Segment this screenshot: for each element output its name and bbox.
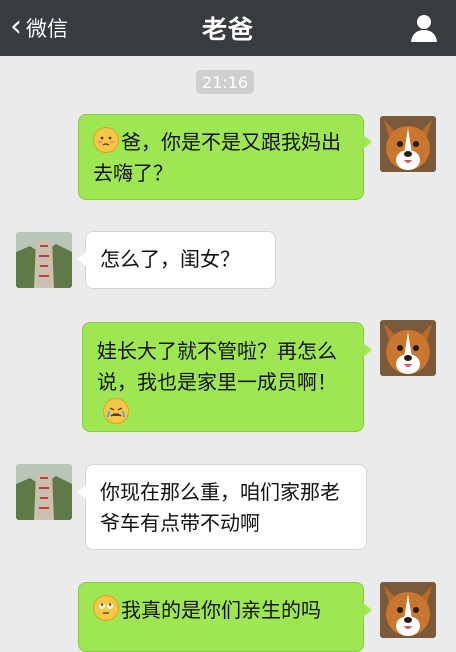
stone-monument-avatar-icon: [16, 232, 72, 288]
rolleyes-emoji-icon: [93, 595, 119, 621]
message-bubble-received[interactable]: 你现在那么重，咱们家那老爷车有点带不动啊: [77, 464, 367, 550]
crying-emoji-icon: [103, 398, 129, 424]
chat-header: ‹ 微信 老爸: [0, 0, 456, 56]
message-bubble-sent[interactable]: 爸，你是不是又跟我妈出去嗨了？: [78, 114, 372, 200]
stone-monument-avatar-icon: [16, 464, 72, 520]
corgi-avatar-icon: [380, 582, 436, 638]
message-bubble-received[interactable]: 怎么了，闺女？: [77, 231, 276, 289]
corgi-avatar-icon: [380, 116, 436, 172]
corgi-avatar-icon: [380, 320, 436, 376]
message-text: 爸，你是不是又跟我妈出去嗨了？: [93, 130, 341, 185]
message-bubble-sent[interactable]: 我真的是你们亲生的吗: [78, 582, 372, 652]
message-text: 怎么了，闺女？: [100, 247, 240, 271]
chat-title: 老爸: [201, 15, 254, 44]
message-text: 我真的是你们亲生的吗: [121, 598, 321, 622]
message-bubble-sent[interactable]: 娃长大了就不管啦？再怎么说，我也是家里一成员啊！: [82, 322, 372, 432]
message-text: 你现在那么重，咱们家那老爷车有点带不动啊: [100, 480, 340, 535]
message-timestamp: 21:16: [196, 70, 254, 94]
dad-avatar[interactable]: [16, 232, 72, 288]
person-icon: [411, 15, 437, 42]
contact-profile-button[interactable]: [408, 12, 440, 44]
my-avatar[interactable]: [380, 116, 436, 172]
message-text: 娃长大了就不管啦？再怎么说，我也是家里一成员啊！: [97, 339, 337, 394]
blush-emoji-icon: [93, 127, 119, 153]
dad-avatar[interactable]: [16, 464, 72, 520]
my-avatar[interactable]: [380, 320, 436, 376]
my-avatar[interactable]: [380, 582, 436, 638]
